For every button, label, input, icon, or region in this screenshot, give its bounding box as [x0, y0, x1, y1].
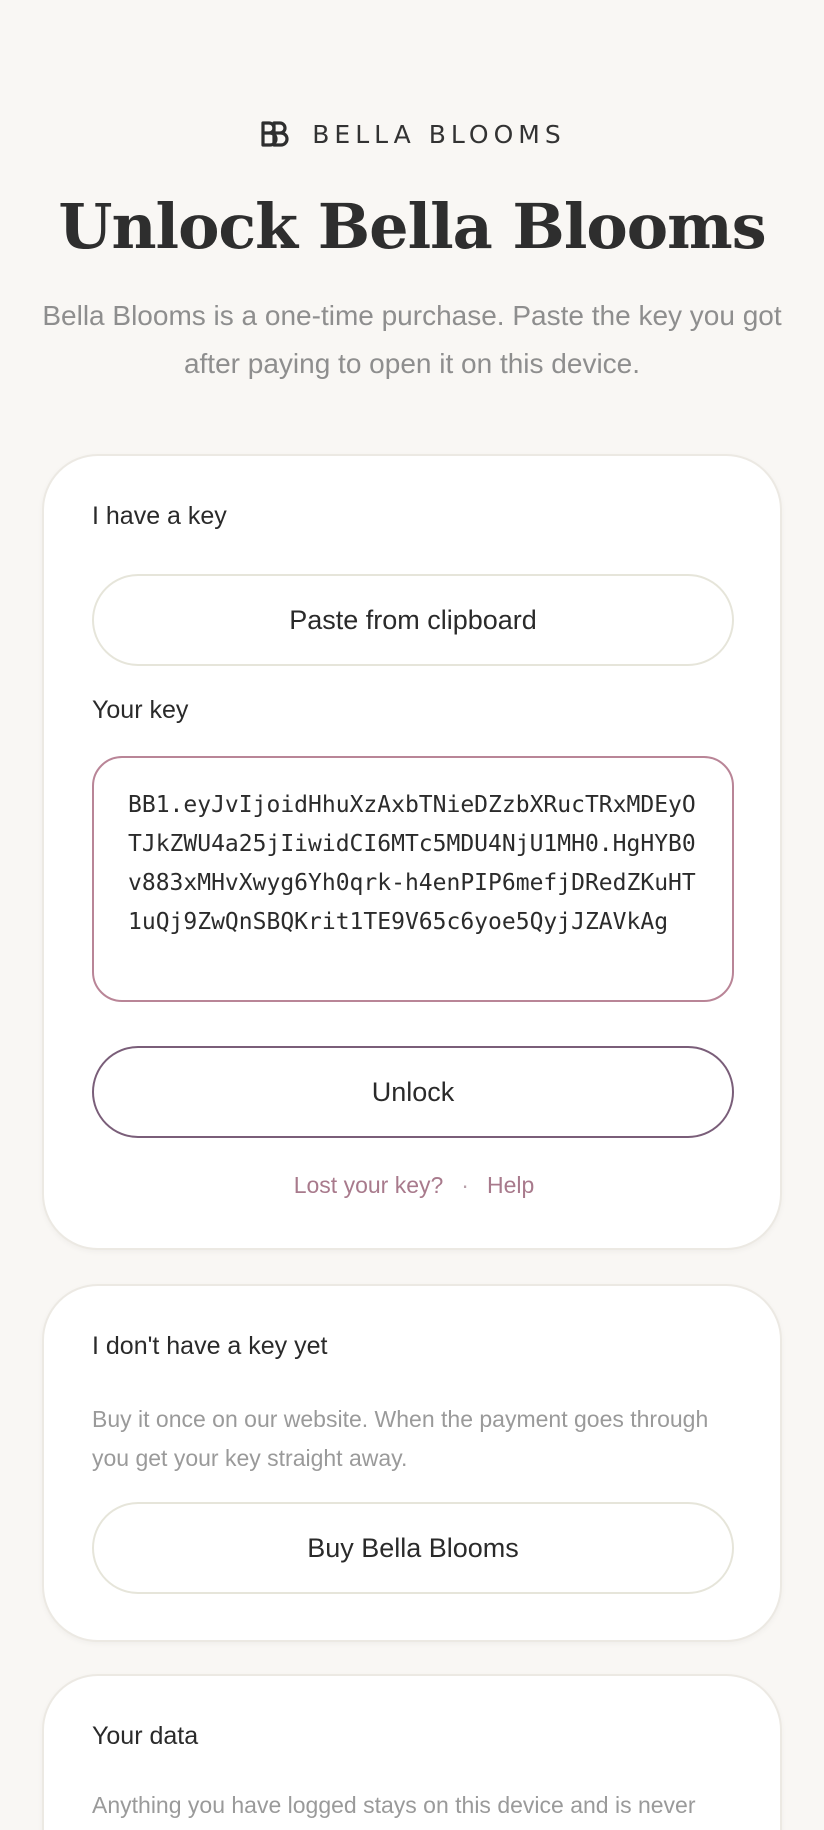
key-card-heading: I have a key: [92, 502, 227, 530]
key-field-label: Your key: [92, 696, 189, 724]
unlock-button[interactable]: Unlock: [92, 1046, 734, 1138]
buy-card-heading: I don't have a key yet: [92, 1332, 328, 1360]
page-subtitle: Bella Blooms is a one-time purchase. Pas…: [42, 300, 782, 379]
key-input[interactable]: BB1.eyJvIjoidHhuXzAxbTNieDZzbXRucTRxMDEy…: [92, 756, 734, 1002]
help-links: Lost your key? · Help: [44, 1172, 784, 1199]
buy-button[interactable]: Buy Bella Blooms: [92, 1502, 734, 1594]
lost-key-link[interactable]: Lost your key?: [294, 1172, 444, 1199]
data-card-heading: Your data: [92, 1722, 199, 1750]
bb-monogram-icon: [261, 121, 289, 147]
unlock-screen: BELLA BLOOMS Unlock Bella Blooms Bella B…: [0, 0, 824, 1830]
paste-from-clipboard-button[interactable]: Paste from clipboard: [92, 574, 734, 666]
brand-name: BELLA BLOOMS: [312, 119, 566, 149]
data-card: Your data Anything you have logged stays…: [42, 1674, 782, 1830]
link-separator: ·: [461, 1172, 469, 1198]
buy-card-text: Buy it once on our website. When the pay…: [92, 1406, 709, 1471]
key-card: I have a key Paste from clipboard Your k…: [42, 454, 782, 1250]
brand-header: BELLA BLOOMS: [0, 118, 824, 150]
buy-card: I don't have a key yet Buy it once on ou…: [42, 1284, 782, 1642]
page-title: Unlock Bella Blooms: [58, 190, 766, 263]
help-link[interactable]: Help: [487, 1172, 534, 1199]
data-card-text: Anything you have logged stays on this d…: [92, 1792, 696, 1818]
